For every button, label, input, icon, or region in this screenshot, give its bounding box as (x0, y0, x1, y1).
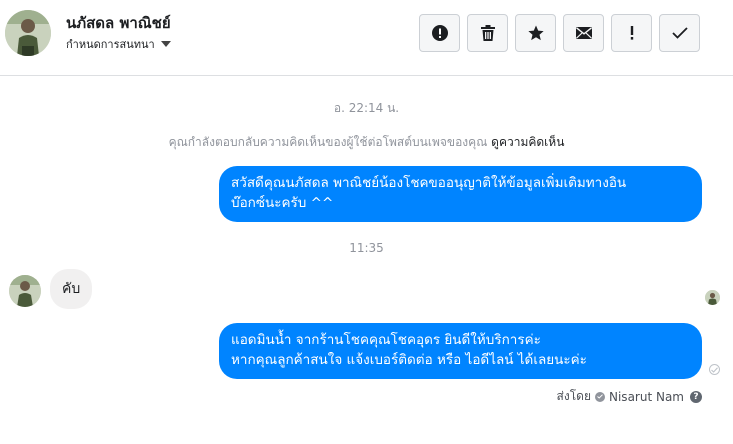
outgoing-message-bubble: แอดมินน้ำ จากร้านโชคคุณโชคอุดร ยินดีให้บ… (219, 323, 702, 379)
delete-button[interactable] (467, 14, 508, 52)
timestamp: อ. 22:14 น. (333, 101, 400, 115)
comment-reply-notice: คุณกำลังตอบกลับความคิดเห็นของผู้ใช้ต่อโพ… (0, 133, 733, 152)
assign-label: กำหนดการสนทนา (66, 38, 155, 51)
follow-up-button[interactable] (611, 14, 652, 52)
exclamation-icon (630, 26, 633, 40)
trash-icon (480, 25, 495, 41)
seen-avatar (705, 290, 720, 305)
chevron-down-icon (160, 41, 171, 47)
conversation-header: นภัสดล พาณิชย์ กำหนดการสนทนา (0, 0, 733, 76)
mark-unread-button[interactable] (563, 14, 604, 52)
star-icon (527, 25, 544, 41)
timestamp: 11:35 (349, 241, 384, 255)
notice-text: คุณกำลังตอบกลับความคิดเห็นของผู้ใช้ต่อโพ… (168, 135, 492, 149)
outgoing-message-bubble: สวัสดีคุณนภัสดล พาณิชย์น้องโชคขออนุญาติใ… (219, 166, 702, 222)
message-line: บ๊อกซ์นะครับ ^^ (231, 195, 334, 211)
contact-avatar[interactable] (5, 10, 51, 56)
contact-name[interactable]: นภัสดล พาณิชย์ (66, 11, 171, 35)
message-line: แอดมินน้ำ จากร้านโชคคุณโชคอุดร ยินดีให้บ… (231, 332, 541, 348)
envelope-icon (575, 27, 592, 39)
view-comment-link[interactable]: ดูความคิดเห็น (491, 135, 564, 149)
verified-check-icon (595, 391, 605, 402)
help-icon[interactable]: ? (690, 390, 702, 403)
mark-spam-button[interactable] (419, 14, 460, 52)
assign-conversation-dropdown[interactable]: กำหนดการสนทนา (66, 35, 171, 53)
sent-by-label: ส่งโดย (556, 389, 591, 403)
sender-name[interactable]: Nisarut Nam (609, 390, 684, 404)
alert-circle-icon (431, 25, 448, 41)
incoming-message-bubble: คับ (50, 269, 93, 309)
sent-by-info: ส่งโดย Nisarut Nam ? (557, 387, 702, 406)
check-icon (671, 27, 688, 39)
sent-check-icon (709, 364, 720, 375)
mark-done-button[interactable] (659, 14, 700, 52)
star-button[interactable] (515, 14, 556, 52)
conversation-toolbar (419, 14, 700, 52)
message-line: สวัสดีคุณนภัสดล พาณิชย์น้องโชคขออนุญาติใ… (231, 175, 627, 191)
message-line: หากคุณลูกค้าสนใจ แจ้งเบอร์ติดต่อ หรือ ไอ… (231, 352, 587, 368)
contact-avatar-small[interactable] (9, 275, 41, 307)
